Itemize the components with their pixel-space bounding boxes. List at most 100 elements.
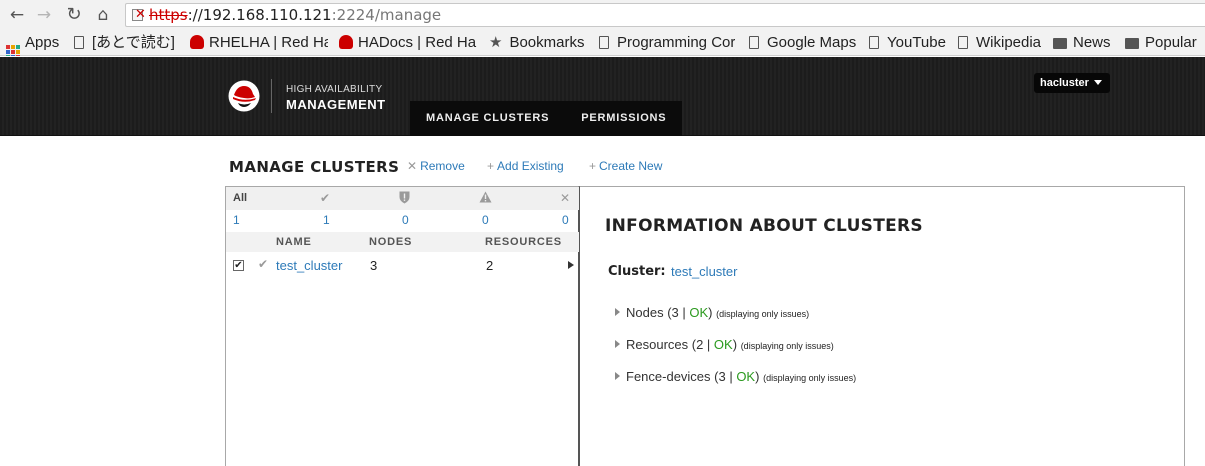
logo-divider xyxy=(271,79,272,113)
expand-triangle-icon xyxy=(615,340,620,348)
remove-x-icon: ✕ xyxy=(407,159,418,173)
remove-button[interactable]: ✕ Remove xyxy=(407,159,465,173)
bookmark-programming[interactable]: Programming Cor xyxy=(599,30,735,56)
nodes-status[interactable]: Nodes (3 | OK) (displaying only issues) xyxy=(615,305,809,320)
folder-icon xyxy=(1125,38,1139,49)
resources-label: Resources (2 | xyxy=(626,337,714,352)
bookmark-bookmarks[interactable]: ★ Bookmarks xyxy=(489,30,589,56)
folder-icon xyxy=(1053,38,1067,49)
apps-grid-icon xyxy=(6,45,20,56)
remove-label: Remove xyxy=(420,159,465,173)
cluster-name[interactable]: test_cluster xyxy=(276,258,342,273)
username: hacluster xyxy=(1040,77,1089,89)
count-ok[interactable]: 1 xyxy=(323,213,330,227)
caret-down-icon xyxy=(1094,80,1102,85)
bookmark-label: Apps xyxy=(25,34,60,51)
url-scheme: https xyxy=(149,6,188,24)
fences-note: (displaying only issues) xyxy=(763,373,857,383)
bookmark-label: Google Maps xyxy=(767,34,857,51)
star-icon: ★ xyxy=(489,34,503,51)
url-host: ://192.168.110.121 xyxy=(187,6,332,24)
bookmarks-bar: Apps [あとで読む] RHELHA | Red Ha HADocs | Re… xyxy=(0,30,1205,56)
back-arrow-icon[interactable]: ← xyxy=(6,4,28,26)
fence-devices-status[interactable]: Fence-devices (3 | OK) (displaying only … xyxy=(615,369,856,384)
bookmark-label: HADocs | Red Ha xyxy=(358,34,477,51)
expand-triangle-icon xyxy=(615,372,620,380)
fences-close: ) xyxy=(755,369,760,384)
create-new-button[interactable]: + Create New xyxy=(589,159,662,173)
page-icon xyxy=(958,36,968,49)
page-icon xyxy=(74,36,84,49)
resources-note: (displaying only issues) xyxy=(740,341,834,351)
count-warning[interactable]: 0 xyxy=(482,213,489,227)
resources-ok: OK xyxy=(713,337,733,352)
plus-icon: + xyxy=(589,159,597,173)
unknown-x-icon[interactable]: ✕ xyxy=(560,191,570,205)
add-existing-label: Add Existing xyxy=(497,159,564,173)
warning-triangle-icon[interactable] xyxy=(479,191,492,206)
count-all[interactable]: 1 xyxy=(233,213,240,227)
user-menu-button[interactable]: hacluster xyxy=(1034,73,1110,93)
bookmark-label: Bookmarks xyxy=(509,34,585,51)
status-ok-icon: ✔ xyxy=(258,257,269,271)
bookmark-label: YouTube xyxy=(887,34,946,51)
app-header: HIGH AVAILABILITY MANAGEMENT MANAGE CLUS… xyxy=(0,57,1205,136)
info-title: INFORMATION ABOUT CLUSTERS xyxy=(605,216,923,236)
bookmark-news[interactable]: News xyxy=(1053,30,1117,56)
fences-ok: OK xyxy=(736,369,756,384)
bookmark-wikipedia[interactable]: Wikipedia xyxy=(958,30,1046,56)
page-title: MANAGE CLUSTERS xyxy=(229,158,400,176)
insecure-x-icon: ✕ xyxy=(135,7,146,22)
bookmark-rhelha[interactable]: RHELHA | Red Ha xyxy=(190,30,328,56)
arrow-right-icon[interactable] xyxy=(568,261,574,269)
url-text[interactable]: https://192.168.110.121:2224/manage xyxy=(149,4,441,26)
cluster-nodes: 3 xyxy=(370,258,378,273)
page-icon xyxy=(749,36,759,49)
add-existing-button[interactable]: + Add Existing xyxy=(487,159,564,173)
count-unknown[interactable]: 0 xyxy=(562,213,569,227)
reload-icon[interactable]: ↻ xyxy=(63,4,85,26)
brand-line-1: HIGH AVAILABILITY xyxy=(286,84,383,95)
cluster-info-panel: INFORMATION ABOUT CLUSTERS Cluster: test… xyxy=(580,186,1185,466)
cluster-resources: 2 xyxy=(486,258,494,273)
bookmark-label: RHELHA | Red Ha xyxy=(209,34,328,51)
fences-label: Fence-devices (3 | xyxy=(626,369,737,384)
browser-toolbar: ← → ↻ ⌂ ✕ https://192.168.110.121:2224/m… xyxy=(0,0,1205,30)
bookmark-apps[interactable]: Apps xyxy=(6,30,66,56)
home-icon[interactable]: ⌂ xyxy=(92,4,114,26)
filter-all[interactable]: All xyxy=(233,192,247,204)
ok-check-icon[interactable]: ✔ xyxy=(320,191,330,205)
bookmark-youtube[interactable]: YouTube xyxy=(869,30,949,56)
bookmark-hadocs[interactable]: HADocs | Red Ha xyxy=(339,30,477,56)
table-row[interactable]: ✔ ✔ test_cluster 3 2 xyxy=(226,252,579,278)
nodes-label: Nodes (3 | xyxy=(626,305,690,320)
bookmark-label: [あとで読む] xyxy=(92,34,175,51)
page-icon xyxy=(599,36,609,49)
status-filter-bar: All ✔ ✕ xyxy=(226,187,579,210)
tab-permissions[interactable]: PERMISSIONS xyxy=(565,101,682,136)
page-icon xyxy=(869,36,879,49)
nodes-ok: OK xyxy=(689,305,709,320)
bookmark-google-maps[interactable]: Google Maps xyxy=(749,30,861,56)
bookmark-label: News xyxy=(1073,34,1111,51)
col-nodes: NODES xyxy=(369,236,413,248)
forward-arrow-icon[interactable]: → xyxy=(33,4,55,26)
bookmark-atode[interactable]: [あとで読む] xyxy=(74,30,182,56)
cluster-link[interactable]: test_cluster xyxy=(671,264,737,279)
redhat-icon xyxy=(190,35,204,49)
count-error[interactable]: 0 xyxy=(402,213,409,227)
error-shield-icon[interactable] xyxy=(399,191,410,207)
bookmark-label: Wikipedia xyxy=(976,34,1042,51)
redhat-logo-icon xyxy=(228,80,260,112)
plus-icon: + xyxy=(487,159,495,173)
cluster-label: Cluster: xyxy=(608,264,666,279)
row-checkbox[interactable]: ✔ xyxy=(233,260,244,271)
resources-status[interactable]: Resources (2 | OK) (displaying only issu… xyxy=(615,337,834,352)
tab-manage-clusters[interactable]: MANAGE CLUSTERS xyxy=(410,101,565,136)
create-new-label: Create New xyxy=(599,159,663,173)
resources-close: ) xyxy=(732,337,738,352)
expand-triangle-icon xyxy=(615,308,620,316)
bookmark-popular[interactable]: Popular xyxy=(1125,30,1203,56)
address-bar[interactable]: ✕ https://192.168.110.121:2224/manage xyxy=(125,3,1205,27)
url-path: :2224/manage xyxy=(331,6,442,24)
